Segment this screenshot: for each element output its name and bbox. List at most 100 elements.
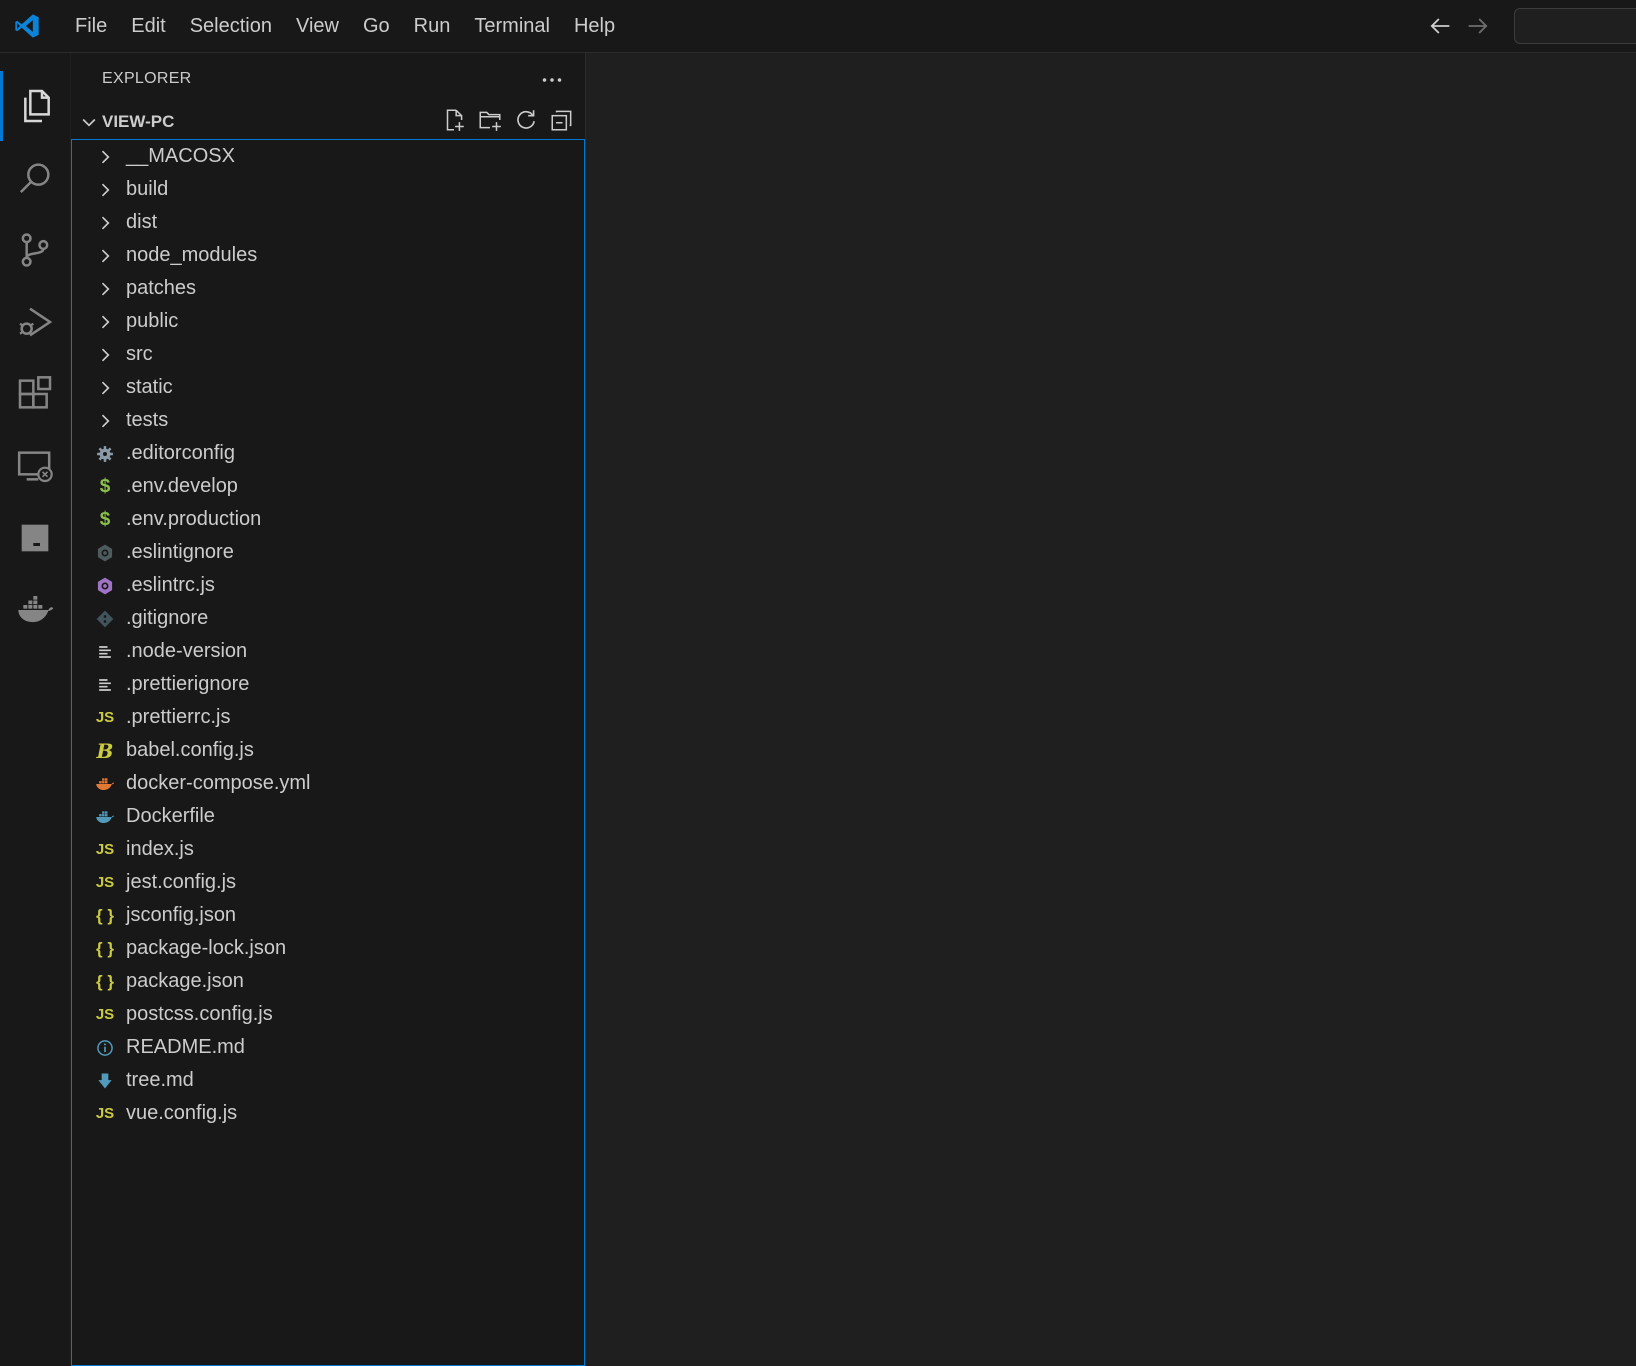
file-name: .env.develop [126, 475, 238, 497]
file-row[interactable]: Bbabel.config.js [72, 734, 584, 767]
js-icon: JS [95, 1105, 115, 1122]
js-icon: JS [95, 709, 115, 726]
folder-row[interactable]: dist [72, 206, 584, 239]
chevron-right-icon[interactable] [94, 344, 116, 366]
activity-remote-explorer[interactable] [0, 431, 70, 501]
file-name: .editorconfig [126, 442, 235, 464]
file-row[interactable]: docker-compose.yml [72, 767, 584, 800]
workspace-folder-name: VIEW-PC [102, 112, 175, 131]
json-icon: { } [96, 905, 114, 925]
folder-name: static [126, 376, 173, 398]
docker-icon [94, 806, 116, 828]
folder-row[interactable]: __MACOSX [72, 140, 584, 173]
file-row[interactable]: .gitignore [72, 602, 584, 635]
file-row[interactable]: JS .prettierrc.js [72, 701, 584, 734]
folder-name: public [126, 310, 179, 332]
file-name: tree.md [126, 1069, 194, 1091]
menu-edit[interactable]: Edit [119, 11, 177, 42]
file-row[interactable]: JS postcss.config.js [72, 998, 584, 1031]
docker-icon [18, 596, 54, 623]
forward-arrow-icon[interactable] [1464, 12, 1492, 40]
file-row[interactable]: JS index.js [72, 833, 584, 866]
menu-bar: File Edit Selection View Go Run Terminal… [63, 11, 627, 42]
new-file-icon[interactable] [441, 107, 467, 133]
chevron-right-icon[interactable] [94, 278, 116, 300]
activity-source-control[interactable] [0, 215, 70, 285]
folder-actions [441, 107, 575, 133]
activity-terminal-panel[interactable] [0, 503, 70, 573]
chevron-down-icon [82, 118, 96, 127]
collapse-all-icon[interactable] [549, 107, 575, 133]
menu-help[interactable]: Help [562, 11, 627, 42]
folder-row[interactable]: node_modules [72, 239, 584, 272]
file-row[interactable]: .eslintignore [72, 536, 584, 569]
folder-name: dist [126, 211, 158, 233]
file-row[interactable]: { } package-lock.json [72, 932, 584, 965]
menu-terminal[interactable]: Terminal [462, 11, 562, 42]
source-control-icon [21, 233, 49, 267]
activity-extensions[interactable] [0, 359, 70, 429]
babel-icon: B [96, 738, 114, 763]
file-name: vue.config.js [126, 1102, 238, 1124]
activity-docker[interactable] [0, 575, 70, 645]
activity-run-debug[interactable] [0, 287, 70, 357]
folder-row[interactable]: src [72, 338, 584, 371]
folder-name: src [126, 343, 153, 365]
eslint-icon [94, 542, 116, 564]
js-icon: JS [95, 874, 115, 891]
file-row[interactable]: JS vue.config.js [72, 1097, 584, 1130]
activity-search[interactable] [0, 143, 70, 213]
activity-explorer[interactable] [0, 71, 70, 141]
folder-name: build [126, 178, 169, 200]
file-row[interactable]: .prettierignore [72, 668, 584, 701]
new-folder-icon[interactable] [477, 107, 503, 133]
folder-row[interactable]: build [72, 173, 584, 206]
docker-icon [94, 773, 116, 795]
file-name: postcss.config.js [126, 1003, 273, 1025]
activity-bar [0, 53, 70, 1366]
file-row[interactable]: README.md [72, 1031, 584, 1064]
more-actions-icon[interactable] [537, 65, 567, 95]
folder-row[interactable]: public [72, 305, 584, 338]
chevron-right-icon[interactable] [94, 410, 116, 432]
file-row[interactable]: .eslintrc.js [72, 569, 584, 602]
file-row[interactable]: tree.md [72, 1064, 584, 1097]
menu-selection[interactable]: Selection [178, 11, 284, 42]
folder-row[interactable]: tests [72, 404, 584, 437]
info-icon [94, 1037, 116, 1059]
file-row[interactable]: $ .env.develop [72, 470, 584, 503]
file-name: .eslintrc.js [126, 574, 215, 596]
file-row[interactable]: .editorconfig [72, 437, 584, 470]
menu-file[interactable]: File [63, 11, 119, 42]
file-row[interactable]: .node-version [72, 635, 584, 668]
chevron-right-icon[interactable] [94, 146, 116, 168]
file-name: .env.production [126, 508, 262, 530]
chevron-right-icon[interactable] [94, 377, 116, 399]
back-arrow-icon[interactable] [1426, 12, 1454, 40]
terminal-square-icon [21, 524, 49, 552]
workspace-folder-header[interactable]: VIEW-PC [71, 105, 585, 139]
file-row[interactable]: $ .env.production [72, 503, 584, 536]
file-name: .node-version [126, 640, 248, 662]
menu-go[interactable]: Go [351, 11, 402, 42]
dollar-icon: $ [99, 508, 111, 530]
chevron-right-icon[interactable] [94, 311, 116, 333]
chevron-right-icon[interactable] [94, 212, 116, 234]
command-center-search[interactable] [1514, 8, 1636, 44]
folder-row[interactable]: static [72, 371, 584, 404]
files-icon [23, 89, 50, 123]
eslint-icon [94, 575, 116, 597]
file-name: docker-compose.yml [126, 772, 311, 794]
file-row[interactable]: { } jsconfig.json [72, 899, 584, 932]
chevron-right-icon[interactable] [94, 179, 116, 201]
chevron-right-icon[interactable] [94, 245, 116, 267]
file-name: .gitignore [126, 607, 209, 629]
file-name: Dockerfile [126, 805, 215, 827]
file-row[interactable]: JS jest.config.js [72, 866, 584, 899]
file-row[interactable]: Dockerfile [72, 800, 584, 833]
file-row[interactable]: { } package.json [72, 965, 584, 998]
menu-view[interactable]: View [284, 11, 351, 42]
menu-run[interactable]: Run [402, 11, 463, 42]
refresh-icon[interactable] [513, 107, 539, 133]
folder-row[interactable]: patches [72, 272, 584, 305]
